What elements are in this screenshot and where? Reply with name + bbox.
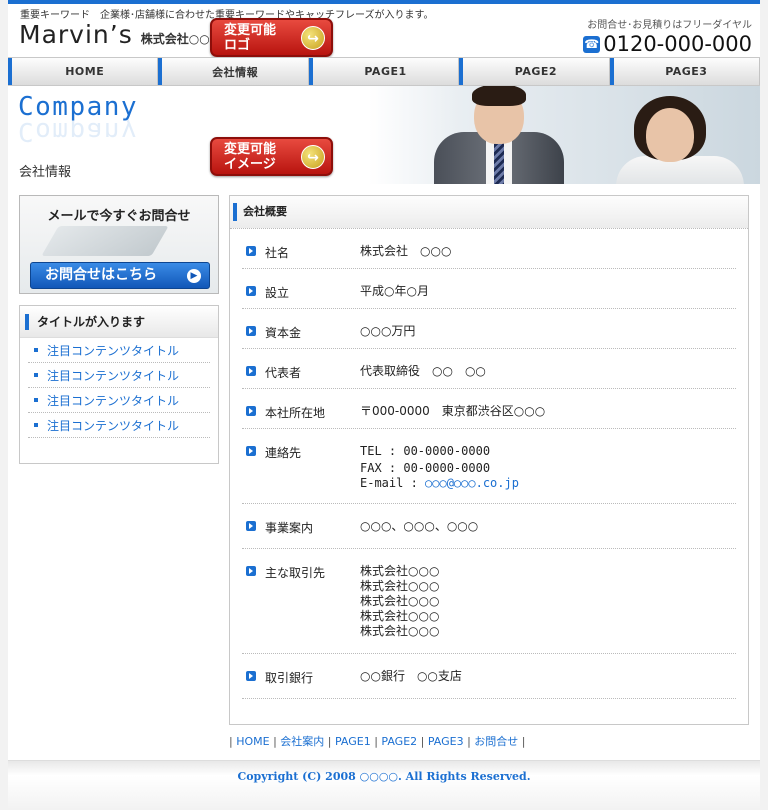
profile-row-business: 事業案内 ○○○、○○○、○○○ (242, 504, 736, 549)
row-label: 本社所在地 (265, 406, 326, 420)
arrow-bullet-icon (246, 246, 256, 256)
row-label: 事業案内 (265, 521, 314, 535)
row-value: 〒000-0000 東京都渋谷区○○○ (360, 404, 546, 418)
arrow-bullet-icon (246, 521, 256, 531)
featured-box-title-text: タイトルが入ります (25, 313, 145, 330)
profile-row-contact: 連絡先 TEL : 00-0000-0000 FAX : 00-0000-000… (242, 429, 736, 504)
arrow-bullet-icon (246, 566, 256, 576)
curved-arrow-icon: ↪ (301, 26, 325, 50)
contact-label: お問合せ･お見積りはフリーダイヤル (587, 20, 752, 31)
row-value: 代表取締役 ○○ ○○ (360, 364, 486, 378)
footer-nav: | HOME | 会社案内 | PAGE1 | PAGE2 | PAGE3 | … (229, 735, 526, 748)
businesswoman-photo (612, 94, 752, 184)
featured-item[interactable]: 注目コンテンツタイトル (28, 388, 210, 413)
row-label: 連絡先 (265, 446, 302, 460)
nav-page1[interactable]: PAGE1 (308, 58, 460, 85)
company-profile-title: 会社概要 (233, 203, 287, 221)
sidebar: メールで今すぐお問合せ お問合せはこちら ▶ タイトルが入ります 注目コンテンツ… (19, 195, 219, 464)
featured-content-box: タイトルが入ります 注目コンテンツタイトル 注目コンテンツタイトル 注目コンテン… (19, 305, 219, 464)
mail-contact-banner: メールで今すぐお問合せ お問合せはこちら ▶ (19, 195, 219, 294)
profile-row-representative: 代表者 代表取締役 ○○ ○○ (242, 349, 736, 389)
nav-page3[interactable]: PAGE3 (609, 58, 761, 85)
hero-banner: Company Company 会社情報 (8, 86, 760, 184)
row-label: 主な取引先 (265, 566, 326, 580)
row-label: 代表者 (265, 366, 302, 380)
profile-table: 社名 株式会社 ○○○ 設立 平成○年○月 資本金 ○○○万円 代表者 代表取締… (242, 229, 736, 699)
client-line: 株式会社○○○ (360, 624, 440, 638)
featured-item[interactable]: 注目コンテンツタイトル (28, 338, 210, 363)
hero-title-reflection: Company (18, 116, 139, 146)
row-value: ○○○万円 (360, 324, 416, 338)
company-profile-header: 会社概要 (230, 196, 748, 229)
contact-tel: TEL : 00-0000-0000 (360, 444, 491, 458)
arrow-bullet-icon (246, 326, 256, 336)
featured-item[interactable]: 注目コンテンツタイトル (28, 363, 210, 388)
client-line: 株式会社○○○ (360, 609, 440, 623)
contact-email-label: E-mail : (360, 476, 426, 490)
row-value: ○○○、○○○、○○○ (360, 519, 479, 533)
profile-row-capital: 資本金 ○○○万円 (242, 309, 736, 349)
row-value: ○○銀行 ○○支店 (360, 669, 462, 683)
copyright: Copyright (C) 2008 ○○○○. All Rights Rese… (237, 770, 531, 783)
logo-company: 株式会社○○○ (140, 32, 221, 46)
profile-row-clients: 主な取引先 株式会社○○○ 株式会社○○○ 株式会社○○○ 株式会社○○○ 株式… (242, 549, 736, 654)
contact-email-link[interactable]: ○○○@○○○.co.jp (425, 476, 519, 490)
row-value: 株式会社○○○ 株式会社○○○ 株式会社○○○ 株式会社○○○ 株式会社○○○ (360, 564, 439, 653)
profile-row-bank: 取引銀行 ○○銀行 ○○支店 (242, 654, 736, 699)
nav-company[interactable]: 会社情報 (158, 58, 309, 85)
top-accent-bar (8, 0, 760, 4)
row-label: 資本金 (265, 326, 302, 340)
contact-button-label: お問合せはこちら (45, 267, 157, 283)
footer: Copyright (C) 2008 ○○○○. All Rights Rese… (8, 760, 760, 810)
profile-row-address: 本社所在地 〒000-0000 東京都渋谷区○○○ (242, 389, 736, 429)
contact-fax: FAX : 00-0000-0000 (360, 461, 491, 475)
nav-page2[interactable]: PAGE2 (459, 58, 610, 85)
contact-phone[interactable]: ☎ 0120-000-000 (583, 32, 752, 56)
row-value: 株式会社 ○○○ (360, 244, 452, 258)
keyboard-image (41, 226, 169, 256)
arrow-bullet-icon (246, 366, 256, 376)
row-label: 設立 (265, 286, 290, 300)
row-value: TEL : 00-0000-0000 FAX : 00-0000-0000 E-… (360, 444, 519, 503)
hero-subtitle: 会社情報 (19, 165, 72, 180)
footer-link-page1[interactable]: PAGE1 (335, 735, 371, 748)
featured-list: 注目コンテンツタイトル 注目コンテンツタイトル 注目コンテンツタイトル 注目コン… (20, 338, 218, 438)
phone-number: 0120-000-000 (603, 32, 752, 56)
nav-home[interactable]: HOME (8, 58, 159, 85)
image-changeable-badge: 変更可能 イメージ ↪ (210, 137, 333, 176)
footer-link-home[interactable]: HOME (236, 735, 269, 748)
curved-arrow-icon: ↪ (301, 145, 325, 169)
footer-link-page2[interactable]: PAGE2 (381, 735, 417, 748)
footer-link-company[interactable]: 会社案内 (280, 735, 324, 748)
footer-link-contact[interactable]: お問合せ (474, 735, 518, 748)
logo-text: Marvin’s (19, 20, 133, 49)
row-label: 社名 (265, 246, 290, 260)
businessman-photo (426, 86, 576, 184)
mail-contact-title: メールで今すぐお問合せ (47, 209, 191, 224)
client-line: 株式会社○○○ (360, 579, 440, 593)
footer-link-page3[interactable]: PAGE3 (428, 735, 464, 748)
profile-row-established: 設立 平成○年○月 (242, 269, 736, 309)
row-label: 取引銀行 (265, 671, 314, 685)
logo-changeable-badge: 変更可能 ロゴ ↪ (210, 18, 333, 57)
arrow-right-icon: ▶ (187, 269, 201, 283)
row-value: 平成○年○月 (360, 284, 429, 298)
featured-item[interactable]: 注目コンテンツタイトル (28, 413, 210, 438)
contact-button[interactable]: お問合せはこちら ▶ (30, 262, 210, 289)
phone-icon: ☎ (583, 35, 601, 53)
header-contact: お問合せ･お見積りはフリーダイヤル ☎ 0120-000-000 (583, 16, 752, 56)
client-line: 株式会社○○○ (360, 594, 440, 608)
featured-box-title: タイトルが入ります (20, 306, 218, 338)
site-logo[interactable]: Marvin’s 株式会社○○○ (19, 20, 220, 49)
company-profile-panel: 会社概要 社名 株式会社 ○○○ 設立 平成○年○月 資本金 ○○○万円 代表者… (229, 195, 749, 725)
global-nav: HOME 会社情報 PAGE1 PAGE2 PAGE3 (8, 57, 761, 86)
client-line: 株式会社○○○ (360, 564, 440, 578)
profile-row-name: 社名 株式会社 ○○○ (242, 229, 736, 269)
arrow-bullet-icon (246, 446, 256, 456)
arrow-bullet-icon (246, 406, 256, 416)
arrow-bullet-icon (246, 671, 256, 681)
page: 重要キーワード 企業様･店舗様に合わせた重要キーワードやキャッチフレーズが入りま… (8, 0, 761, 810)
arrow-bullet-icon (246, 286, 256, 296)
